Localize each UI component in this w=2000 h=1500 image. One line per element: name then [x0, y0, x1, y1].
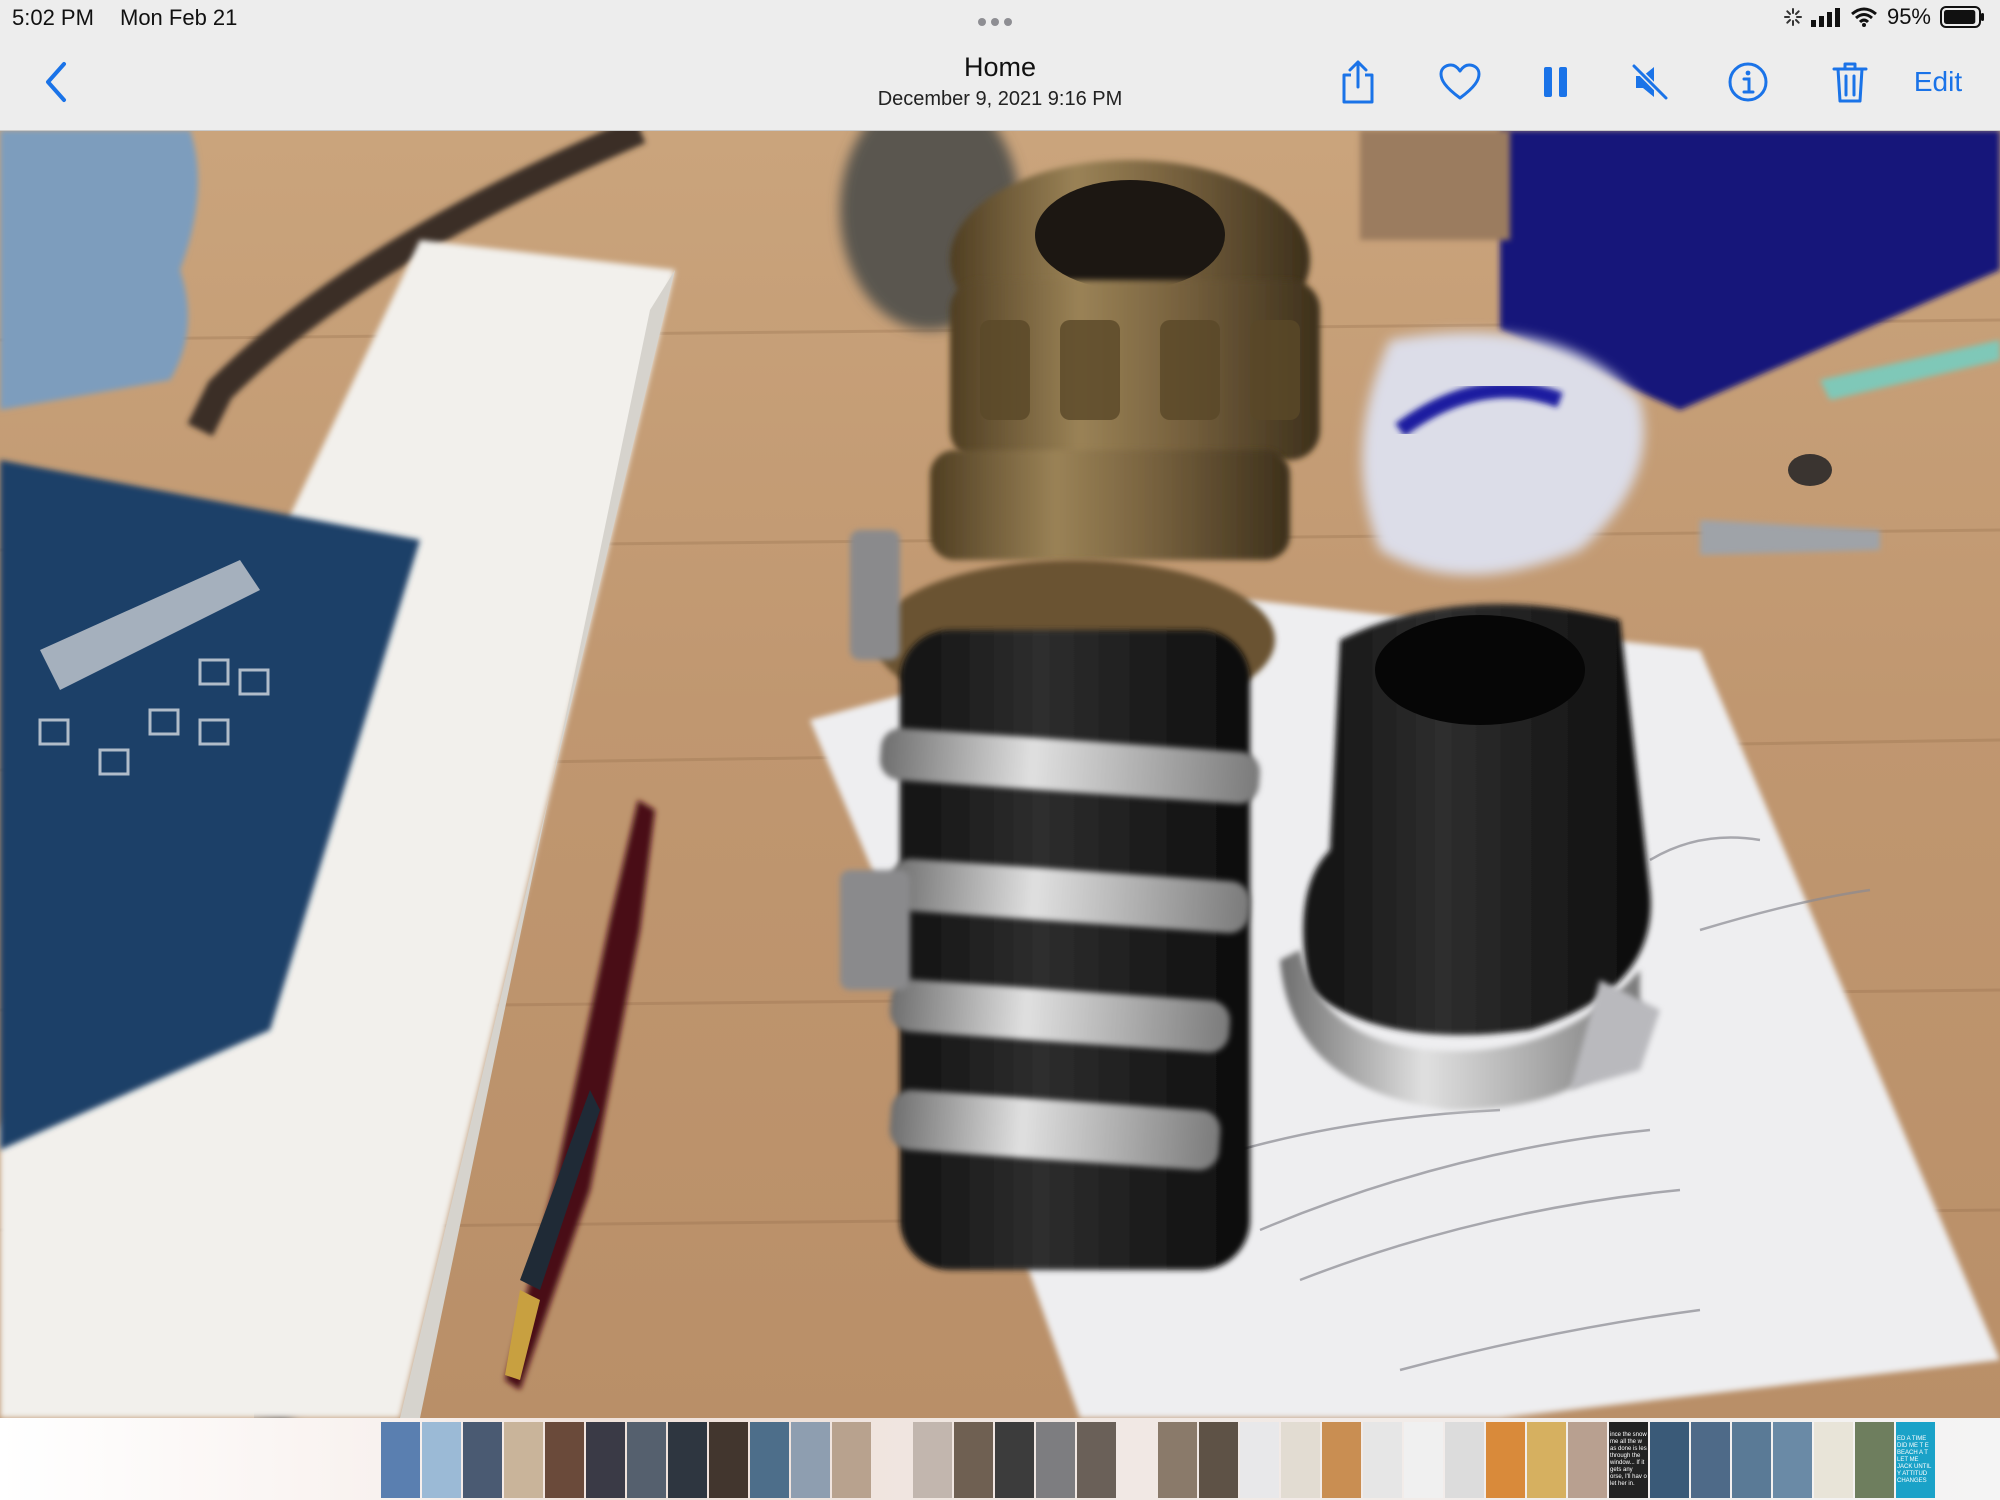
photo-viewer[interactable] — [0, 130, 2000, 1418]
filmstrip-thumb[interactable] — [1363, 1422, 1402, 1498]
trash-icon — [1832, 62, 1868, 103]
filmstrip-thumb[interactable] — [1404, 1422, 1443, 1498]
filmstrip-thumb[interactable] — [1855, 1422, 1894, 1498]
filmstrip-thumb[interactable]: ince the snow me all the w as done is le… — [1609, 1422, 1648, 1498]
status-date: Mon Feb 21 — [120, 5, 238, 30]
album-title: Home — [963, 52, 1037, 82]
filmstrip-thumb[interactable] — [668, 1422, 707, 1498]
filmstrip-thumb[interactable] — [1077, 1422, 1116, 1498]
filmstrip-thumb[interactable] — [545, 1422, 584, 1498]
filmstrip-thumb[interactable] — [791, 1422, 830, 1498]
photo-datetime: December 9, 2021 9:16 PM — [877, 88, 1123, 110]
photo-image — [0, 130, 2000, 1418]
mute-button[interactable] — [1628, 58, 1672, 106]
filmstrip-thumb[interactable] — [709, 1422, 748, 1498]
filmstrip-thumb[interactable] — [1691, 1422, 1730, 1498]
filmstrip-thumb[interactable] — [913, 1422, 952, 1498]
status-time: 5:02 PM — [12, 5, 94, 30]
filmstrip-thumb[interactable] — [1650, 1422, 1689, 1498]
edit-label: Edit — [1913, 66, 1963, 97]
wifi-icon — [1850, 7, 1877, 27]
thumb-text: ince the snow me all the w as done is le… — [1610, 1432, 1647, 1487]
filmstrip-thumb[interactable] — [1158, 1422, 1197, 1498]
filmstrip-thumb[interactable] — [954, 1422, 993, 1498]
speaker-muted-icon — [1631, 63, 1669, 101]
dot — [1004, 18, 1012, 26]
filmstrip-thumb[interactable]: ED A TIME DID ME T E BEACH A T LET ME JA… — [1896, 1422, 1935, 1498]
filmstrip-thumb[interactable] — [381, 1422, 420, 1498]
info-button[interactable] — [1726, 58, 1770, 106]
filmstrip-thumb[interactable] — [463, 1422, 502, 1498]
heart-icon — [1439, 63, 1481, 100]
top-chrome: 5:02 PM Mon Feb 21 95% Home December 9, … — [0, 0, 2000, 131]
dot — [991, 18, 999, 26]
filmstrip-thumb[interactable] — [1486, 1422, 1525, 1498]
filmstrip-thumb[interactable] — [750, 1422, 789, 1498]
status-indicators: 95% — [1783, 4, 1986, 30]
filmstrip-thumb[interactable] — [422, 1422, 461, 1498]
cellular-signal-icon — [1810, 8, 1840, 27]
thumb-text: ED A TIME DID ME T E BEACH A T LET ME JA… — [1897, 1435, 1932, 1484]
info-icon — [1728, 62, 1768, 102]
favorite-button[interactable] — [1438, 58, 1482, 106]
filmstrip-thumb[interactable] — [1199, 1422, 1238, 1498]
filmstrip-thumb[interactable] — [586, 1422, 625, 1498]
filmstrip-thumb[interactable] — [1773, 1422, 1812, 1498]
filmstrip[interactable]: ince the snow me all the w as done is le… — [0, 1418, 2000, 1500]
multitasking-handle[interactable] — [978, 18, 1012, 26]
filmstrip-thumb[interactable] — [1814, 1422, 1853, 1498]
filmstrip-thumb[interactable] — [504, 1422, 543, 1498]
filmstrip-thumb[interactable] — [1322, 1422, 1361, 1498]
share-button[interactable] — [1336, 58, 1380, 106]
pause-button[interactable] — [1538, 58, 1574, 106]
filmstrip-thumb[interactable] — [1445, 1422, 1484, 1498]
filmstrip-thumb[interactable] — [1240, 1422, 1279, 1498]
dot — [978, 18, 986, 26]
battery-icon — [1940, 6, 1984, 28]
delete-button[interactable] — [1830, 58, 1870, 106]
filmstrip-thumb[interactable] — [1568, 1422, 1607, 1498]
pause-icon — [1544, 67, 1567, 97]
filmstrip-thumb[interactable] — [1281, 1422, 1320, 1498]
edit-button[interactable]: Edit — [1906, 58, 1970, 106]
filmstrip-thumb[interactable] — [627, 1422, 666, 1498]
filmstrip-thumb[interactable] — [1732, 1422, 1771, 1498]
share-icon — [1342, 60, 1374, 104]
battery-percent: 95% — [1886, 4, 1931, 29]
filmstrip-thumb[interactable] — [832, 1422, 871, 1498]
activity-spinner-icon — [1783, 8, 1802, 26]
filmstrip-thumb[interactable] — [1036, 1422, 1075, 1498]
filmstrip-thumb[interactable] — [995, 1422, 1034, 1498]
filmstrip-thumb[interactable] — [1527, 1422, 1566, 1498]
